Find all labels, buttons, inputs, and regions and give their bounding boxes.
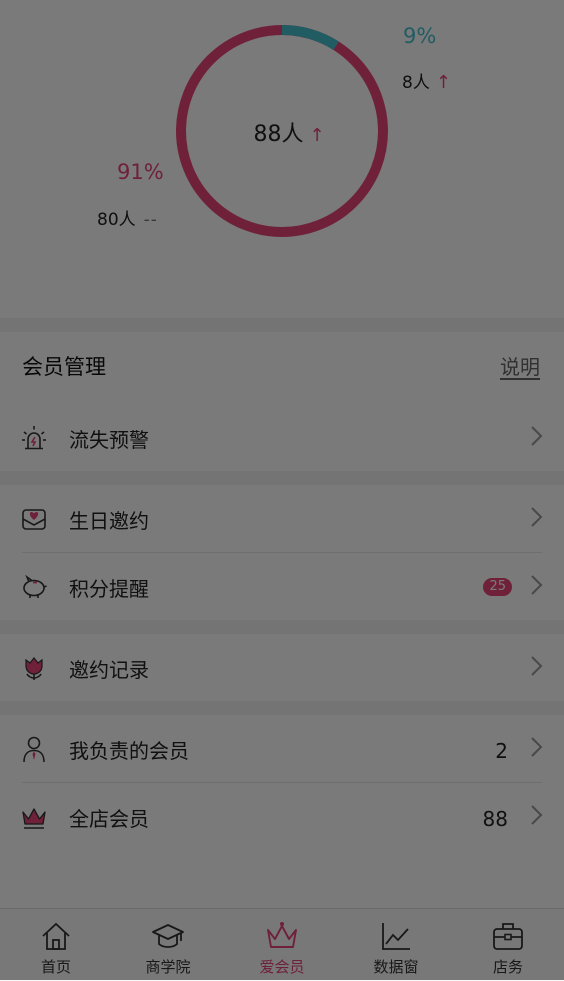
crown-icon [267, 922, 297, 948]
crown-icon [22, 808, 46, 829]
chevron-right-icon [531, 805, 543, 825]
tab-label: 爱会员 [259, 958, 305, 976]
menu-label: 全店会员 [69, 807, 149, 831]
chevron-right-icon [531, 575, 543, 595]
new-members-count-value: 8人 [402, 73, 430, 93]
tab-home[interactable]: 首页 [0, 909, 112, 981]
explanation-link[interactable]: 说明 [500, 351, 540, 380]
tab-label: 商学院 [145, 958, 191, 976]
chevron-right-icon [531, 426, 543, 446]
total-members-value: 88人 [253, 122, 304, 147]
menu-row-birthday-invite[interactable]: 生日邀约 [0, 485, 564, 552]
menu-label: 流失预警 [69, 428, 149, 452]
line-chart-icon [382, 923, 410, 950]
tab-label: 数据窗 [373, 958, 419, 976]
chevron-right-icon [531, 507, 543, 527]
menu-row-churn-warning[interactable]: 流失预警 [0, 404, 564, 471]
menu-row-my-members[interactable]: 我负责的会员 2 [0, 715, 564, 782]
section-gap [0, 471, 564, 485]
piggy-bank-icon [23, 574, 47, 598]
old-members-percent: 91% [117, 160, 164, 184]
menu-row-all-members[interactable]: 全店会员 88 [0, 783, 564, 850]
home-icon [42, 922, 70, 950]
chevron-right-icon [531, 656, 543, 676]
tab-store-affairs[interactable]: 店务 [452, 909, 564, 981]
tab-academy[interactable]: 商学院 [112, 909, 224, 981]
old-members-trend: -- [143, 210, 158, 230]
tab-label: 店务 [492, 958, 523, 976]
menu-row-points-reminder[interactable]: 积分提醒 25 [0, 553, 564, 620]
new-members-percent: 9% [403, 24, 437, 48]
member-stats-panel: 88人 ↑ 9% 8人 ↑ 91% 80人 -- [0, 0, 564, 318]
section-title: 会员管理 [22, 355, 106, 379]
alarm-light-icon [22, 426, 46, 450]
menu-label: 积分提醒 [69, 577, 149, 601]
my-members-count: 2 [495, 739, 508, 763]
tab-label: 首页 [40, 958, 71, 976]
menu-label: 邀约记录 [69, 658, 149, 682]
tab-members[interactable]: 爱会员 [226, 909, 338, 981]
menu-label: 我负责的会员 [69, 739, 189, 763]
member-management-header: 会员管理 说明 [0, 332, 564, 396]
tab-data[interactable]: 数据窗 [340, 909, 452, 981]
bottom-tab-bar: 首页 商学院 爱会员 数据窗 店务 [0, 908, 564, 981]
section-gap [0, 701, 564, 715]
all-members-count: 88 [482, 807, 508, 831]
chevron-right-icon [531, 737, 543, 757]
tulip-flower-icon [25, 657, 43, 680]
section-gap [0, 318, 564, 332]
old-members-count-value: 80人 [97, 210, 136, 230]
total-members: 88人 ↑ [229, 116, 349, 148]
up-arrow-icon: ↑ [435, 72, 451, 93]
member-donut-chart [176, 25, 388, 237]
points-count-badge: 25 [483, 578, 512, 596]
briefcase-icon [493, 923, 523, 950]
up-arrow-icon: ↑ [309, 125, 325, 146]
old-members-count: 80人 -- [97, 205, 158, 230]
person-tie-icon [23, 736, 45, 763]
menu-row-invite-records[interactable]: 邀约记录 [0, 634, 564, 701]
menu-label: 生日邀约 [69, 509, 149, 533]
new-members-count: 8人 ↑ [402, 68, 451, 93]
section-gap [0, 620, 564, 634]
graduation-cap-icon [152, 924, 184, 948]
envelope-heart-icon [22, 509, 46, 530]
